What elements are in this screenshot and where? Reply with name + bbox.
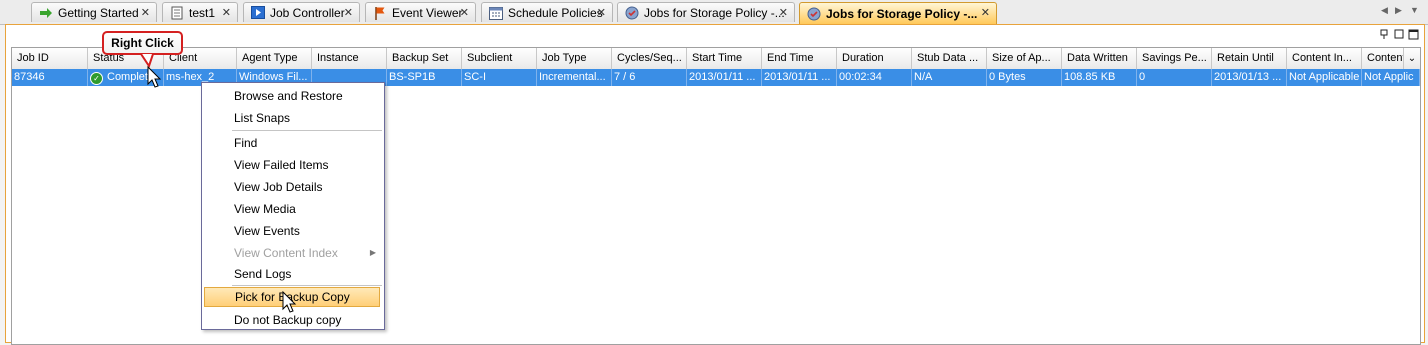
tab-label: test1 <box>189 5 216 20</box>
job-controller-icon <box>250 6 266 20</box>
menu-item-view-failed-items[interactable]: View Failed Items <box>202 154 384 176</box>
close-icon[interactable]: ✕ <box>597 6 606 19</box>
status-text: Complet <box>107 71 148 83</box>
menu-item-find[interactable]: Find <box>202 132 384 154</box>
menu-item-list-snaps[interactable]: List Snaps <box>202 107 384 129</box>
check-icon: ✓ <box>90 72 103 85</box>
submenu-arrow-icon: ▶ <box>369 248 376 257</box>
cell-stub-data: N/A <box>912 69 987 86</box>
panel-window-controls[interactable] <box>1378 28 1420 43</box>
column-chooser-icon[interactable]: ⌄ <box>1403 48 1420 69</box>
tab-list-icon[interactable]: ▼ <box>1410 5 1419 15</box>
menu-item-label: View Content Index <box>234 246 338 260</box>
cell-cycles-seq: 7 / 6 <box>612 69 687 86</box>
cell-end-time: 2013/01/11 ... <box>762 69 837 86</box>
tab-event-viewer[interactable]: Event Viewer ✕ <box>365 2 476 22</box>
flag-icon <box>372 6 388 20</box>
col-data-written[interactable]: Data Written <box>1062 48 1137 69</box>
cell-data-written: 108.85 KB <box>1062 69 1137 86</box>
col-subclient[interactable]: Subclient <box>462 48 537 69</box>
cell-backup-set: BS-SP1B <box>387 69 462 86</box>
tab-label: Jobs for Storage Policy -... <box>826 6 978 21</box>
tab-label: Schedule Policies <box>508 5 603 20</box>
menu-item-view-job-details[interactable]: View Job Details <box>202 176 384 198</box>
tab-schedule-policies[interactable]: Schedule Policies ✕ <box>481 2 613 22</box>
close-icon[interactable]: ✕ <box>779 6 788 19</box>
col-agent-type[interactable]: Agent Type <box>237 48 312 69</box>
col-duration[interactable]: Duration <box>837 48 912 69</box>
mouse-cursor-icon <box>282 291 297 313</box>
menu-item-browse-and-restore[interactable]: Browse and Restore <box>202 85 384 107</box>
col-savings-percent[interactable]: Savings Pe... <box>1137 48 1212 69</box>
close-icon[interactable]: ✕ <box>141 6 150 19</box>
menu-item-view-events[interactable]: View Events <box>202 220 384 242</box>
right-click-callout: Right Click <box>102 31 183 55</box>
tab-getting-started[interactable]: Getting Started ✕ <box>31 2 157 22</box>
tab-job-controller[interactable]: Job Controller ✕ <box>243 2 360 22</box>
cell-savings-percent: 0 <box>1137 69 1212 86</box>
col-retain-until[interactable]: Retain Until <box>1212 48 1287 69</box>
storage-policy-icon <box>624 6 640 20</box>
pin-restore-maximize-icon[interactable] <box>1378 28 1420 40</box>
scroll-left-icon[interactable]: ◀ <box>1381 5 1388 16</box>
tab-label: Job Controller <box>270 5 345 20</box>
tab-test1[interactable]: test1 ✕ <box>162 2 238 22</box>
col-size-of-app[interactable]: Size of Ap... <box>987 48 1062 69</box>
cell-job-type: Incremental... <box>537 69 612 86</box>
cell-size-of-app: 0 Bytes <box>987 69 1062 86</box>
tab-jobs-storage-policy-2[interactable]: Jobs for Storage Policy -... ✕ <box>799 2 997 24</box>
tab-label: Event Viewer <box>392 5 463 20</box>
table-header: Job ID Status Client Agent Type Instance… <box>12 48 1420 70</box>
col-content-indexed[interactable]: Content In... <box>1287 48 1362 69</box>
cell-job-id: 87346 <box>12 69 88 86</box>
tab-label: Getting Started <box>58 5 139 20</box>
col-start-time[interactable]: Start Time <box>687 48 762 69</box>
scroll-right-icon[interactable]: ▶ <box>1395 5 1402 16</box>
cell-retain-until: 2013/01/13 ... <box>1212 69 1287 86</box>
cell-content: Not Applic <box>1362 69 1420 86</box>
menu-item-send-logs[interactable]: Send Logs <box>202 263 384 285</box>
calendar-icon <box>488 6 504 20</box>
col-job-type[interactable]: Job Type <box>537 48 612 69</box>
menu-separator <box>232 285 382 286</box>
cell-content-indexed: Not Applicable <box>1287 69 1362 86</box>
document-icon <box>169 6 185 20</box>
cell-duration: 00:02:34 <box>837 69 912 86</box>
col-job-id[interactable]: Job ID <box>12 48 88 69</box>
green-arrow-icon <box>38 6 54 20</box>
close-icon[interactable]: ✕ <box>460 6 469 19</box>
cell-subclient: SC-I <box>462 69 537 86</box>
storage-policy-icon <box>806 7 822 21</box>
mouse-cursor-icon <box>147 66 162 88</box>
cell-start-time: 2013/01/11 ... <box>687 69 762 86</box>
close-icon[interactable]: ✕ <box>222 6 231 19</box>
close-icon[interactable]: ✕ <box>981 6 990 19</box>
close-icon[interactable]: ✕ <box>344 6 353 19</box>
tab-bar: Getting Started ✕ test1 ✕ Job Controller… <box>0 0 1428 25</box>
col-cycles-seq[interactable]: Cycles/Seq... <box>612 48 687 69</box>
col-backup-set[interactable]: Backup Set <box>387 48 462 69</box>
col-end-time[interactable]: End Time <box>762 48 837 69</box>
col-instance[interactable]: Instance <box>312 48 387 69</box>
menu-item-view-content-index: View Content Index ▶ <box>202 242 384 264</box>
tab-jobs-storage-policy-1[interactable]: Jobs for Storage Policy -... ✕ <box>617 2 795 22</box>
col-stub-data[interactable]: Stub Data ... <box>912 48 987 69</box>
menu-item-view-media[interactable]: View Media <box>202 198 384 220</box>
tab-label: Jobs for Storage Policy -... <box>644 5 785 20</box>
menu-separator <box>232 130 382 131</box>
